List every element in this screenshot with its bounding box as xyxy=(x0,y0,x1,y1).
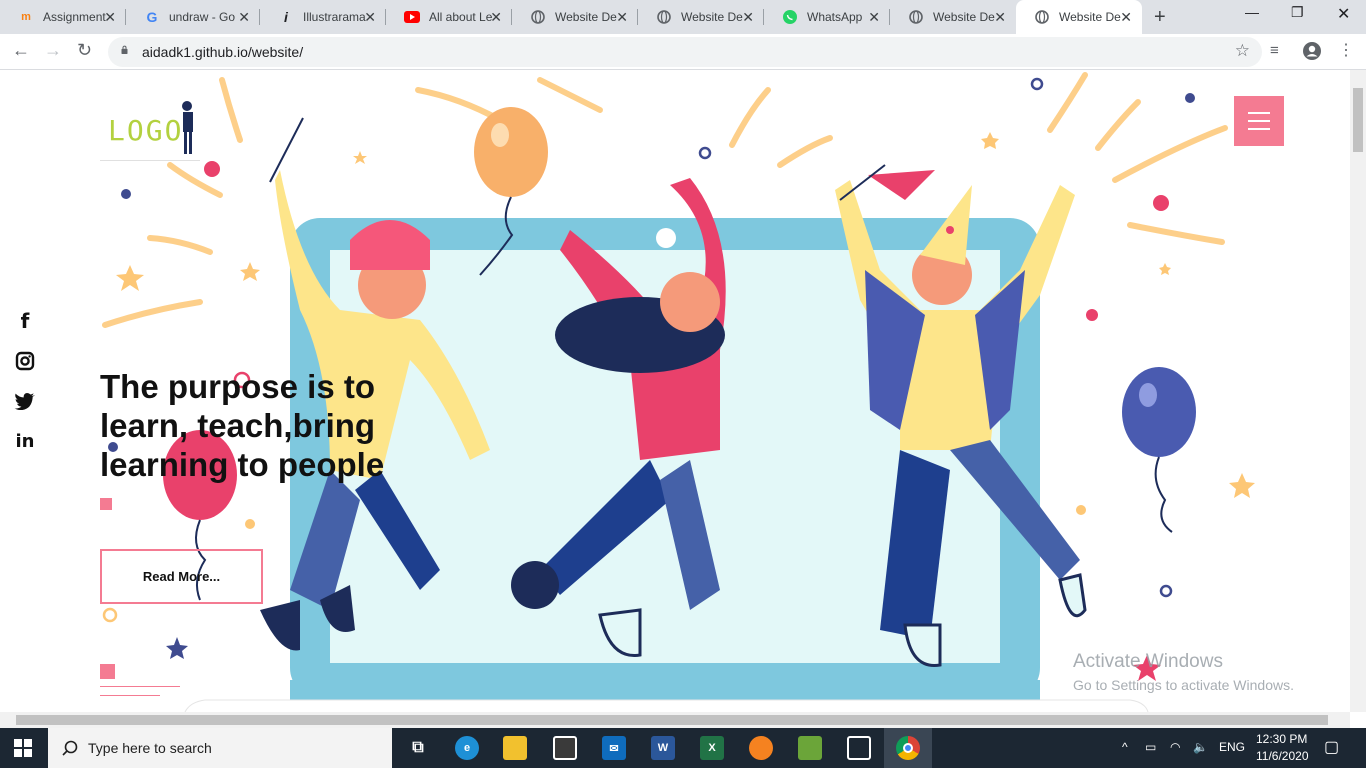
globe-icon xyxy=(1034,9,1050,25)
close-icon[interactable]: ✕ xyxy=(868,9,880,25)
search-icon xyxy=(62,740,78,756)
tab-strip: m Assignment ✕ G undraw - Go ✕ i Illustr… xyxy=(0,0,1366,34)
globe-icon xyxy=(908,9,924,25)
close-icon[interactable]: ✕ xyxy=(238,9,250,25)
google-icon: G xyxy=(146,9,158,25)
store-icon[interactable] xyxy=(553,736,577,760)
logo-underline xyxy=(100,160,200,161)
minimize-icon[interactable]: — xyxy=(1245,4,1259,20)
taskbar-time[interactable]: 12:30 PM xyxy=(1256,732,1307,746)
accent-square xyxy=(100,664,115,679)
excel-icon[interactable]: X xyxy=(700,736,724,760)
close-icon[interactable]: ✕ xyxy=(104,9,116,25)
accent-line xyxy=(100,686,180,687)
profile-icon[interactable] xyxy=(1302,41,1322,66)
chart-app-icon[interactable] xyxy=(798,736,822,760)
tab-assignment[interactable]: m Assignment ✕ xyxy=(0,0,126,34)
vertical-scrollbar[interactable] xyxy=(1350,70,1366,712)
close-icon[interactable]: ✕ xyxy=(1120,9,1132,25)
info-icon: i xyxy=(284,9,288,25)
windows-taskbar: Type here to search ⧉ e ✉ W X ^ ▭ ◠ 🔈 EN… xyxy=(0,728,1366,768)
battery-icon[interactable]: ▭ xyxy=(1145,740,1156,754)
horizontal-scrollbar[interactable] xyxy=(0,712,1350,728)
show-hidden-icons-icon[interactable]: ^ xyxy=(1122,740,1128,754)
chrome-icon[interactable] xyxy=(896,736,920,760)
restore-icon[interactable]: ❐ xyxy=(1291,4,1304,21)
tab-website-2[interactable]: Website De ✕ xyxy=(638,0,764,34)
globe-icon xyxy=(530,9,546,25)
browser-app-icon[interactable] xyxy=(749,736,773,760)
mail-icon[interactable]: ✉ xyxy=(602,736,626,760)
browser-toolbar: ← → ↻ aidadk1.github.io/website/ ☆ ≡ ⋮ xyxy=(0,34,1366,70)
menu-bar xyxy=(1248,120,1270,122)
file-explorer-icon[interactable] xyxy=(503,736,527,760)
scrollbar-thumb[interactable] xyxy=(16,715,1328,725)
wifi-icon[interactable]: ◠ xyxy=(1170,740,1180,754)
close-icon[interactable]: ✕ xyxy=(616,9,628,25)
edge-icon[interactable]: e xyxy=(455,736,479,760)
close-window-icon[interactable]: ✕ xyxy=(1337,4,1350,24)
menu-bar xyxy=(1248,112,1270,114)
reload-icon[interactable]: ↻ xyxy=(77,40,92,61)
moodle-icon: m xyxy=(21,11,31,23)
forward-icon[interactable]: → xyxy=(44,40,62,61)
youtube-icon xyxy=(404,9,420,25)
facebook-icon[interactable]: f xyxy=(12,308,38,334)
close-icon[interactable]: ✕ xyxy=(742,9,754,25)
search-placeholder: Type here to search xyxy=(88,740,212,756)
globe-icon xyxy=(656,9,672,25)
menu-dots-icon[interactable]: ⋮ xyxy=(1338,40,1354,60)
new-tab-button[interactable]: + xyxy=(1154,6,1166,29)
page-viewport: LOGO f in The purpose is to learn, teach… xyxy=(0,70,1350,712)
back-icon[interactable]: ← xyxy=(12,40,30,61)
instagram-icon[interactable] xyxy=(12,348,38,374)
whatsapp-icon xyxy=(782,9,798,25)
language-indicator[interactable]: ENG xyxy=(1219,740,1245,754)
word-icon[interactable]: W xyxy=(651,736,675,760)
accent-square xyxy=(100,498,112,510)
logo-text: LOGO xyxy=(108,114,184,147)
hamburger-menu-button[interactable] xyxy=(1234,96,1284,146)
tab-whatsapp[interactable]: WhatsApp ✕ xyxy=(764,0,890,34)
close-icon[interactable]: ✕ xyxy=(994,9,1006,25)
read-more-button[interactable]: Read More... xyxy=(100,549,263,604)
menu-bar xyxy=(1248,128,1270,130)
close-icon[interactable]: ✕ xyxy=(364,9,376,25)
twitter-icon[interactable] xyxy=(12,388,38,414)
scrollbar-thumb[interactable] xyxy=(1353,88,1363,152)
address-bar[interactable]: aidadk1.github.io/website/ ☆ xyxy=(108,37,1262,67)
tab-undraw[interactable]: G undraw - Go ✕ xyxy=(126,0,260,34)
tab-youtube[interactable]: All about Le ✕ xyxy=(386,0,512,34)
site-logo[interactable]: LOGO xyxy=(100,100,200,162)
tab-website-1[interactable]: Website De ✕ xyxy=(512,0,638,34)
task-view-icon[interactable]: ⧉ xyxy=(406,736,430,760)
media-queue-icon[interactable]: ≡ xyxy=(1270,42,1279,59)
linkedin-icon[interactable]: in xyxy=(12,428,38,454)
lock-icon xyxy=(121,45,128,54)
accent-line xyxy=(100,695,160,696)
notifications-icon[interactable]: ▢ xyxy=(1324,737,1339,757)
hero-headline: The purpose is to learn, teach,bring lea… xyxy=(100,368,385,483)
tab-website-3[interactable]: Website De ✕ xyxy=(890,0,1016,34)
volume-icon[interactable]: 🔈 xyxy=(1193,740,1208,754)
url-text: aidadk1.github.io/website/ xyxy=(142,44,304,60)
close-icon[interactable]: ✕ xyxy=(490,9,502,25)
activate-windows-title: Activate Windows xyxy=(1073,651,1223,672)
taskbar-search[interactable]: Type here to search xyxy=(48,728,392,768)
windows-start-icon[interactable] xyxy=(14,739,32,757)
taskbar-date[interactable]: 11/6/2020 xyxy=(1256,749,1309,763)
activate-windows-subtitle: Go to Settings to activate Windows. xyxy=(1073,677,1294,693)
bookmark-star-icon[interactable]: ☆ xyxy=(1235,41,1250,61)
tab-illustrarama[interactable]: i Illustrarama ✕ xyxy=(260,0,386,34)
app-window-icon[interactable] xyxy=(847,736,871,760)
tab-website-active[interactable]: Website De ✕ xyxy=(1016,0,1142,34)
